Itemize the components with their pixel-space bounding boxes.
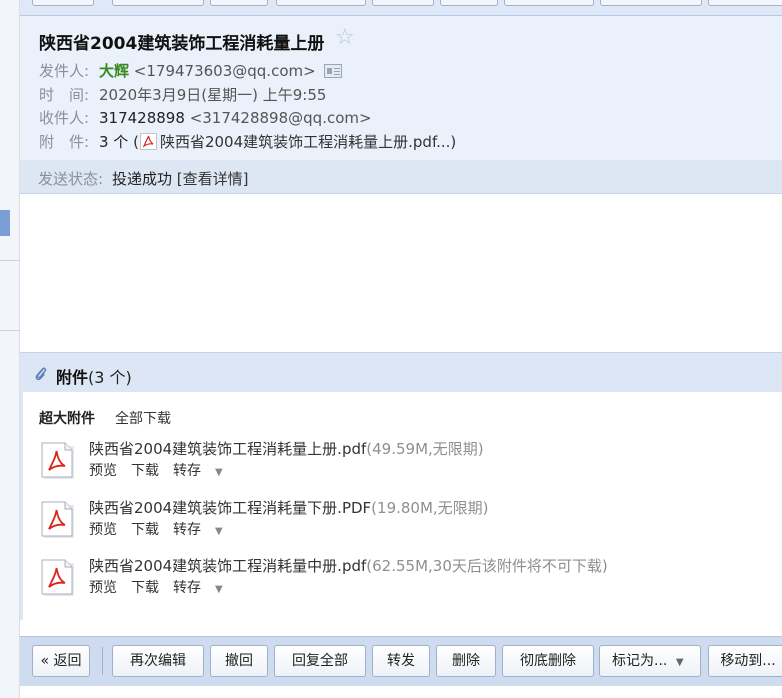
status-detail-link[interactable]: [查看详情]	[177, 170, 249, 188]
mail-subject: 陕西省2004建筑装饰工程消耗量上册	[39, 34, 325, 54]
top-button-stub[interactable]	[32, 0, 94, 6]
back-button[interactable]: « 返回	[32, 645, 90, 677]
attachment-name[interactable]: 陕西省2004建筑装饰工程消耗量上册.pdf	[89, 440, 366, 458]
delete-button[interactable]: 删除	[436, 645, 496, 677]
time-value: 2020年3月9日(星期一) 上午9:55	[99, 86, 327, 104]
attachment-count: 3 个	[99, 133, 129, 151]
status-value: 投递成功	[112, 170, 173, 188]
attachment-first-link[interactable]: 陕西省2004建筑装饰工程消耗量上册.pdf...)	[160, 133, 456, 151]
attachments-title: 附件(3 个)	[56, 364, 132, 388]
left-sidebar-edge	[0, 0, 20, 698]
big-attachment-label: 超大附件	[39, 411, 95, 427]
move-to-dropdown[interactable]: 移动到...	[708, 645, 782, 677]
download-link[interactable]: 下载	[131, 522, 159, 538]
attachment-actions: 预览 下载 转存 ▼	[89, 519, 251, 539]
sidebar-divider	[0, 260, 20, 261]
transfer-label: 转存	[173, 463, 201, 479]
download-link[interactable]: 下载	[131, 463, 159, 479]
time-label: 时 间:	[39, 86, 90, 104]
attachments-body: 超大附件 全部下载 陕西省2004建筑装饰工程消耗量上册.pdf(49.59M,…	[20, 392, 782, 620]
status-label: 发送状态:	[38, 170, 104, 188]
attachment-label: 附 件:	[39, 133, 90, 151]
attachment-filename[interactable]: 陕西省2004建筑装饰工程消耗量下册.PDF(19.80M,无限期)	[89, 497, 489, 518]
attachment-actions: 预览 下载 转存 ▼	[89, 460, 251, 480]
preview-link[interactable]: 预览	[89, 580, 117, 596]
sender-label: 发件人:	[39, 62, 90, 80]
attachment-name[interactable]: 陕西省2004建筑装饰工程消耗量中册.pdf	[89, 557, 366, 575]
attachments-count: (3 个)	[88, 368, 132, 387]
toolbar-separator	[102, 647, 103, 675]
pdf-file-icon	[41, 559, 74, 596]
mark-as-label: 标记为...	[612, 653, 668, 669]
time-row: 时 间: 2020年3月9日(星期一) 上午9:55	[39, 84, 326, 105]
top-button-stub[interactable]	[600, 0, 702, 6]
contact-card-icon[interactable]	[323, 64, 342, 78]
download-all-link[interactable]: 全部下载	[115, 408, 171, 428]
preview-link[interactable]: 预览	[89, 463, 117, 479]
attachment-actions: 预览 下载 转存 ▼	[89, 577, 251, 597]
delivery-status-bar: 发送状态: 投递成功 [查看详情]	[20, 160, 782, 194]
bottom-toolbar: « 返回 再次编辑 撤回 回复全部 转发 删除 彻底删除 标记为... ▼ 移动…	[20, 636, 782, 686]
transfer-dropdown[interactable]: 转存 ▼	[173, 463, 237, 479]
recipient-label: 收件人:	[39, 109, 90, 127]
forward-button[interactable]: 转发	[372, 645, 430, 677]
attachment-filename[interactable]: 陕西省2004建筑装饰工程消耗量上册.pdf(49.59M,无限期)	[89, 438, 484, 459]
sidebar-selection-marker	[0, 210, 10, 236]
chevron-down-icon: ▼	[675, 657, 684, 668]
attachment-item: 陕西省2004建筑装饰工程消耗量下册.PDF(19.80M,无限期) 预览 下载转…	[39, 497, 779, 549]
download-link[interactable]: 下载	[131, 580, 159, 596]
transfer-label: 转存	[173, 522, 201, 538]
recall-button[interactable]: 撤回	[210, 645, 268, 677]
attachment-name[interactable]: 陕西省2004建筑装饰工程消耗量下册.PDF	[89, 499, 371, 517]
transfer-label: 转存	[173, 580, 201, 596]
top-toolbar-strip	[20, 0, 782, 16]
mail-header: 陕西省2004建筑装饰工程消耗量上册 ☆ 发件人: 大辉 <179473603@q…	[20, 16, 782, 160]
attachment-meta: (19.80M,无限期)	[371, 499, 489, 517]
transfer-dropdown[interactable]: 转存 ▼	[173, 580, 237, 596]
top-button-stub[interactable]	[372, 0, 434, 6]
reedit-button[interactable]: 再次编辑	[112, 645, 204, 677]
delete-permanent-button[interactable]: 彻底删除	[502, 645, 594, 677]
attachment-row: 附 件: 3 个 ( 陕西省2004建筑装饰工程消耗量上册.pdf...)	[39, 133, 457, 151]
paperclip-icon	[35, 367, 47, 381]
top-button-stub[interactable]	[440, 0, 498, 6]
attachment-meta: (49.59M,无限期)	[366, 440, 484, 458]
pdf-file-icon	[139, 133, 157, 150]
attachments-title-text: 附件	[56, 368, 89, 387]
preview-link[interactable]: 预览	[89, 522, 117, 538]
sender-name[interactable]: 大辉	[99, 62, 129, 80]
top-button-stub[interactable]	[504, 0, 594, 6]
sender-email[interactable]: <179473603@qq.com>	[134, 62, 316, 80]
top-button-stub[interactable]	[112, 0, 204, 6]
attachment-item: 陕西省2004建筑装饰工程消耗量上册.pdf(49.59M,无限期) 预览 下载转…	[39, 438, 779, 490]
sidebar-divider	[0, 330, 20, 331]
top-button-stub[interactable]	[210, 0, 268, 6]
reply-all-button[interactable]: 回复全部	[274, 645, 366, 677]
top-button-stub[interactable]	[276, 0, 366, 6]
attachment-item: 陕西省2004建筑装饰工程消耗量中册.pdf(62.55M,30天后该附件将不可…	[39, 555, 779, 607]
pdf-file-icon	[41, 442, 74, 479]
attachment-filename[interactable]: 陕西省2004建筑装饰工程消耗量中册.pdf(62.55M,30天后该附件将不可…	[89, 555, 608, 576]
star-icon[interactable]: ☆	[335, 25, 355, 50]
top-button-stub[interactable]	[708, 0, 782, 6]
attachments-header: 附件(3 个)	[20, 352, 782, 392]
chevron-down-icon: ▼	[215, 584, 223, 595]
mark-as-dropdown[interactable]: 标记为... ▼	[599, 645, 701, 677]
chevron-down-icon: ▼	[215, 467, 223, 478]
recipient-name[interactable]: 317428898	[99, 109, 185, 127]
sender-row: 发件人: 大辉 <179473603@qq.com>	[39, 60, 342, 81]
chevron-down-icon: ▼	[215, 526, 223, 537]
recipient-email[interactable]: <317428898@qq.com>	[190, 109, 372, 127]
recipient-row: 收件人: 317428898 <317428898@qq.com>	[39, 107, 372, 128]
pdf-file-icon	[41, 501, 74, 538]
transfer-dropdown[interactable]: 转存 ▼	[173, 522, 237, 538]
attachment-meta: (62.55M,30天后该附件将不可下载)	[366, 557, 608, 575]
